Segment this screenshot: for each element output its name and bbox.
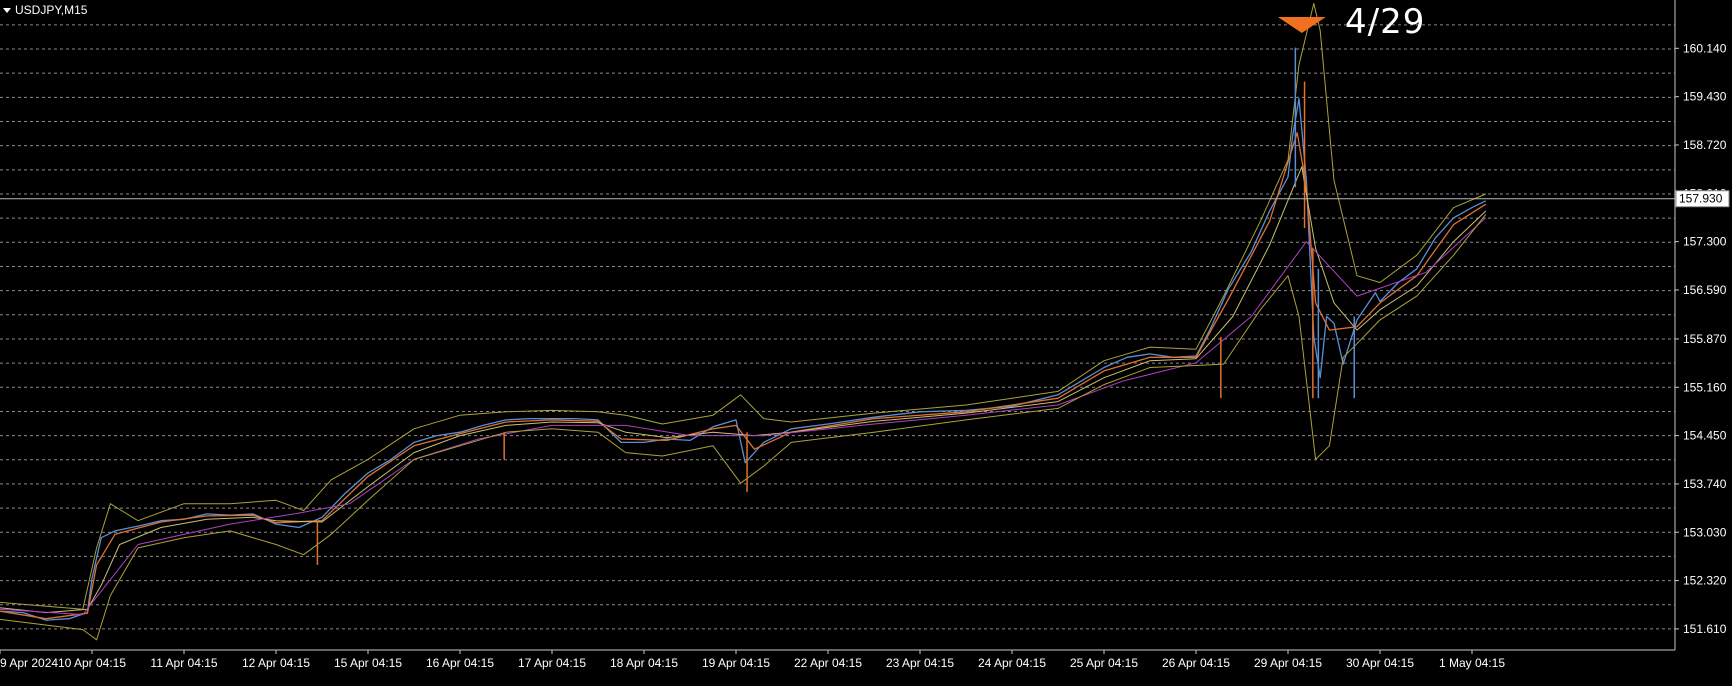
chart-canvas[interactable]: 160.140159.430158.720158.010157.300156.5…	[0, 0, 1732, 681]
x-tick-label: 26 Apr 04:15	[1162, 656, 1230, 670]
y-tick-label: 151.610	[1683, 622, 1727, 636]
x-tick-label: 9 Apr 2024	[0, 656, 58, 670]
y-tick-label: 160.140	[1683, 41, 1727, 55]
x-tick-label: 25 Apr 04:15	[1070, 656, 1138, 670]
y-tick-label: 153.740	[1683, 477, 1727, 491]
date-annotation: 4/29	[1345, 2, 1426, 42]
y-tick-label: 155.160	[1683, 380, 1727, 394]
x-tick-label: 23 Apr 04:15	[886, 656, 954, 670]
series-line-0	[0, 98, 1487, 621]
y-tick-label: 156.590	[1683, 283, 1727, 297]
x-tick-label: 24 Apr 04:15	[978, 656, 1046, 670]
symbol-text: USDJPY,M15	[15, 3, 88, 17]
x-tick-label: 29 Apr 04:15	[1254, 656, 1322, 670]
y-tick-label: 154.450	[1683, 429, 1727, 443]
series-line-3	[0, 217, 1487, 616]
price-chart[interactable]: 160.140159.430158.720158.010157.300156.5…	[0, 0, 1732, 681]
grid-layer	[0, 24, 1675, 630]
x-tick-label: 12 Apr 04:15	[242, 656, 310, 670]
series-layer	[0, 2, 1487, 641]
x-tick-label: 11 Apr 04:15	[150, 656, 217, 670]
axis-layer: 160.140159.430158.720158.010157.300156.5…	[0, 0, 1730, 670]
y-tick-label: 159.430	[1683, 90, 1727, 104]
x-tick-label: 22 Apr 04:15	[794, 656, 862, 670]
x-tick-label: 10 Apr 04:15	[58, 656, 126, 670]
dropdown-triangle-icon	[3, 7, 11, 13]
x-tick-label: 30 Apr 04:15	[1346, 656, 1414, 670]
y-tick-label: 153.030	[1683, 525, 1727, 539]
y-tick-label: 155.870	[1683, 332, 1727, 346]
x-tick-label: 1 May 04:15	[1439, 656, 1505, 670]
x-tick-label: 17 Apr 04:15	[518, 656, 586, 670]
y-tick-label: 157.300	[1683, 235, 1727, 249]
y-tick-label: 158.720	[1683, 138, 1727, 152]
y-tick-label: 152.320	[1683, 574, 1727, 588]
symbol-label: USDJPY,M15	[3, 3, 87, 17]
x-tick-label: 18 Apr 04:15	[610, 656, 678, 670]
x-tick-label: 16 Apr 04:15	[426, 656, 494, 670]
series-line-5	[0, 214, 1487, 641]
x-tick-label: 19 Apr 04:15	[702, 656, 770, 670]
current-price-label: 157.930	[1679, 192, 1723, 206]
x-tick-label: 15 Apr 04:15	[334, 656, 402, 670]
series-line-1	[0, 132, 1487, 620]
